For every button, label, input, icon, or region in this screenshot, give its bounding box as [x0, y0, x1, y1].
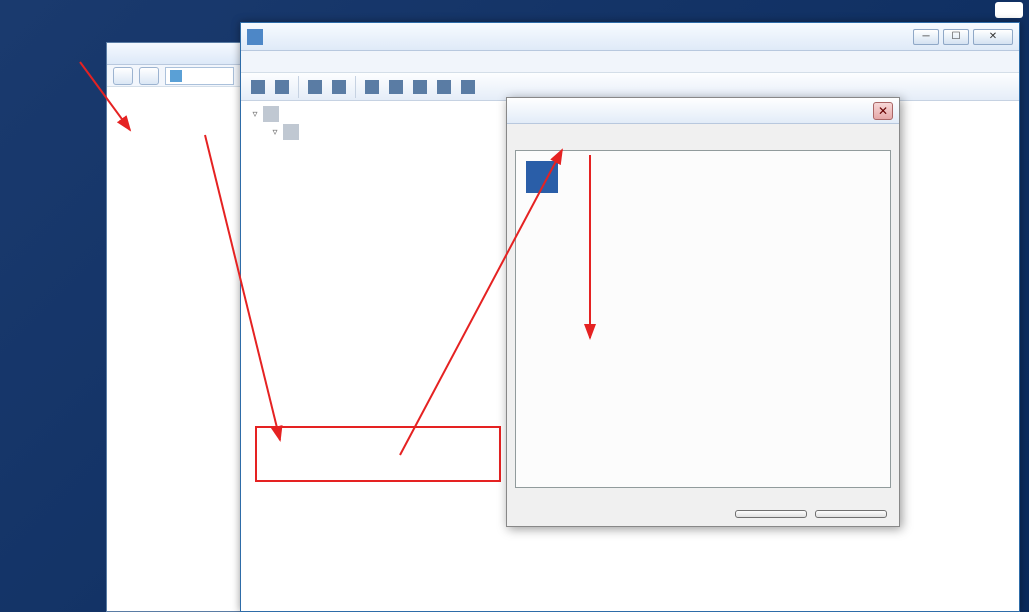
props-tab-body: [515, 150, 891, 488]
devmgr-icon: [247, 29, 263, 45]
props-close-button[interactable]: ✕: [873, 102, 893, 120]
highlight-display-adapters: [255, 426, 501, 482]
devmgr-menubar: [241, 51, 1019, 73]
browser-section-label: [8, 396, 16, 404]
props-titlebar[interactable]: ✕: [507, 98, 899, 124]
props-tabs: [507, 128, 899, 152]
device-icon: [526, 161, 558, 193]
device-properties-dialog: ✕: [506, 97, 900, 527]
display-icon: [283, 124, 299, 140]
tb-fwd[interactable]: [271, 76, 293, 98]
tb-2[interactable]: [328, 76, 350, 98]
control-panel-window: [106, 42, 241, 612]
tray-icon: [995, 2, 1023, 18]
explorer-nav: [107, 65, 240, 87]
explorer-titlebar: [107, 43, 240, 65]
tb-back[interactable]: [247, 76, 269, 98]
address-bar[interactable]: [165, 67, 234, 85]
desktop: ─ ☐ ✕ ▿ ▿: [0, 0, 1029, 612]
nav-fwd-button[interactable]: [139, 67, 159, 85]
control-panel-body: [107, 87, 240, 115]
device-header: [526, 161, 880, 193]
see-also-section: [115, 597, 232, 601]
computer-icon: [263, 106, 279, 122]
path-icon: [170, 70, 182, 82]
system-section-label: [0, 0, 100, 12]
cancel-button[interactable]: [815, 510, 887, 518]
ok-button[interactable]: [735, 510, 807, 518]
tb-5[interactable]: [409, 76, 431, 98]
tb-3[interactable]: [361, 76, 383, 98]
tb-1[interactable]: [304, 76, 326, 98]
close-button[interactable]: ✕: [973, 29, 1013, 45]
tb-6[interactable]: [433, 76, 455, 98]
tb-7[interactable]: [457, 76, 479, 98]
minimize-button[interactable]: ─: [913, 29, 939, 45]
tb-4[interactable]: [385, 76, 407, 98]
nav-back-button[interactable]: [113, 67, 133, 85]
maximize-button[interactable]: ☐: [943, 29, 969, 45]
devmgr-titlebar[interactable]: ─ ☐ ✕: [241, 23, 1019, 51]
